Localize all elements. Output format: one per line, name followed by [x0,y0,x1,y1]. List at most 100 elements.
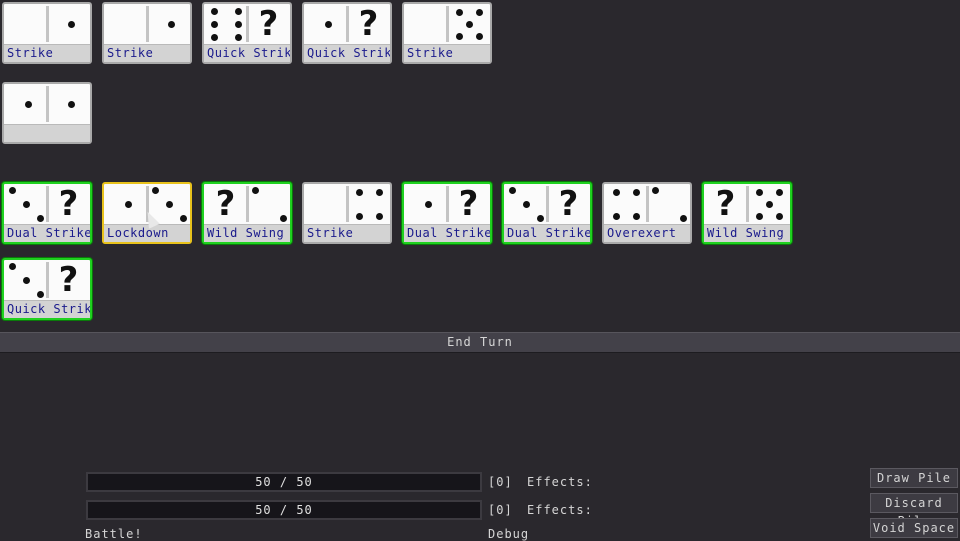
card-label: Dual Strike [4,224,90,242]
card-right-half [747,184,790,224]
domino-card[interactable]: ?Quick Strike [202,2,292,64]
domino-card[interactable] [2,82,92,144]
pip-dot-icon [151,186,159,194]
pip-dot-icon [210,7,218,15]
card-left-half [404,184,447,224]
wildcard-question-icon: ? [58,184,79,224]
card-right-half: ? [447,184,490,224]
pip-dot-icon [234,33,242,41]
domino-card[interactable]: Strike [2,2,92,64]
card-face: ? [404,184,490,224]
card-label: Strike [404,44,490,62]
card-face [404,4,490,44]
card-face: ? [4,260,90,300]
enemy-block: [0] [488,503,513,517]
domino-card[interactable]: ?Quick Strike [2,258,92,320]
card-left-half [604,184,647,224]
domino-card[interactable]: ? Dual Strike [2,182,92,244]
wildcard-question-icon: ? [215,184,236,224]
pip-dot-icon [522,200,530,208]
card-label: Strike [104,44,190,62]
player-hp-text: 50 / 50 [255,475,313,489]
domino-card[interactable]: Strike [402,2,492,64]
pip-dot-icon [765,200,773,208]
pip-dot-icon [355,188,363,196]
pip-dot-icon [755,212,763,220]
card-right-half [47,84,90,124]
card-face: ? [204,4,290,44]
pip-dot-icon [632,212,640,220]
card-left-half [104,184,147,224]
card-left-half [504,184,547,224]
card-right-half: ? [347,4,390,44]
card-label: Strike [4,44,90,62]
pip-dot-icon [251,186,259,194]
pip-dot-icon [679,214,687,222]
domino-card[interactable]: ? Dual Strike [502,182,592,244]
pip-dot-icon [279,214,287,222]
card-left-half [404,4,447,44]
card-right-half: ? [247,4,290,44]
card-left-half [4,4,47,44]
pip-dot-icon [651,186,659,194]
card-face: ? [704,184,790,224]
wildcard-question-icon: ? [358,4,379,44]
card-left-half [204,4,247,44]
pip-dot-icon [210,33,218,41]
domino-card[interactable]: ? Wild Swing [702,182,792,244]
domino-card[interactable]: ? Wild Swing [202,182,292,244]
card-face: ? [4,184,90,224]
card-right-half [147,4,190,44]
player-hp-bar: 50 / 50 [86,472,482,492]
wildcard-question-icon: ? [458,184,479,224]
domino-card[interactable]: ? Dual Strike [402,182,492,244]
pip-dot-icon [612,188,620,196]
enemy-hp-text: 50 / 50 [255,503,313,517]
enemy-effects-label: Effects: [527,503,593,517]
card-face [4,4,90,44]
wildcard-question-icon: ? [715,184,736,224]
card-right-half: ? [47,184,90,224]
pip-dot-icon [234,20,242,28]
end-turn-button[interactable]: End Turn [0,332,960,353]
card-label: Quick Strike [4,300,90,318]
status-text: Battle! [85,527,143,541]
card-right-half [47,4,90,44]
card-face: ? [204,184,290,224]
wildcard-question-icon: ? [558,184,579,224]
domino-card[interactable]: Overexert [602,182,692,244]
card-label: Wild Swing [704,224,790,242]
card-left-half [4,184,47,224]
card-right-half: ? [47,260,90,300]
discard-pile-button[interactable]: Discard Pile [870,493,958,528]
card-left-half [304,184,347,224]
pip-dot-icon [8,186,16,194]
pip-dot-icon [755,188,763,196]
debug-label[interactable]: Debug [488,527,529,541]
card-left-half: ? [204,184,247,224]
pip-dot-icon [36,290,44,298]
pip-dot-icon [508,186,516,194]
pip-dot-icon [179,214,187,222]
pip-dot-icon [536,214,544,222]
card-face: ? [304,4,390,44]
domino-card[interactable]: ?Quick Strike [302,2,392,64]
draw-pile-button[interactable]: Draw Pile [870,468,958,488]
wildcard-question-icon: ? [258,4,279,44]
pip-dot-icon [67,100,75,108]
card-right-half [347,184,390,224]
void-space-button[interactable]: Void Space [870,518,958,538]
pip-dot-icon [210,20,218,28]
pip-dot-icon [632,188,640,196]
pip-dot-icon [775,188,783,196]
domino-card[interactable]: Strike [102,2,192,64]
wildcard-question-icon: ? [58,260,79,300]
card-label: Wild Swing [204,224,290,242]
card-face [604,184,690,224]
domino-card[interactable]: Strike [302,182,392,244]
card-face [104,4,190,44]
pip-dot-icon [355,212,363,220]
card-right-half [647,184,690,224]
card-right-half [247,184,290,224]
player-effects-label: Effects: [527,475,593,489]
